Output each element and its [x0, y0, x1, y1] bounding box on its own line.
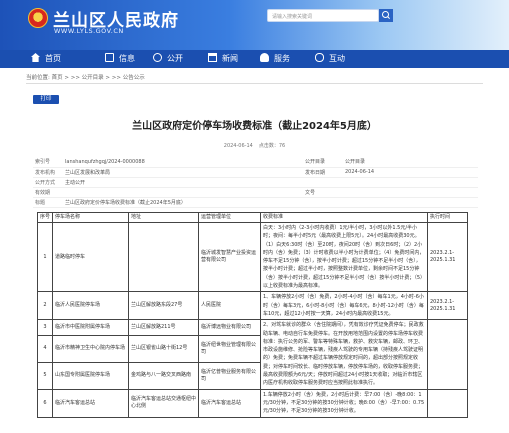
info-icon [105, 53, 114, 62]
breadcrumb[interactable]: 当前位置: 首页 > >> 公开目录 > >> 公告公示 [26, 73, 145, 81]
site-url: WWW.LYLS.GOV.CN [54, 27, 124, 35]
home-icon [31, 53, 40, 62]
table-row: 2 临沂人民医院停车场 兰山区解放路东段27号 人民医院 1、车辆停放2小时（含… [37, 291, 468, 321]
col-header: 收费标准 [260, 212, 428, 223]
meta-row: 有效期 文号 [33, 187, 478, 198]
col-header: 执行时间 [427, 212, 468, 223]
meta-row: 标题 兰山区政府定价停车场收费标准（截止2024年5月底） [33, 197, 478, 208]
table-row: 1 道路临时停车 临沂城发智慧产业投资运营有限公司 白天：3小时内（2-3小时内… [37, 221, 468, 293]
meta-row: 发布机构 兰山区发展和改革局 发布日期 2024-06-14 [33, 167, 478, 178]
views-label: 点击数： [258, 143, 279, 149]
publish-info: 2024-06-14 点击数：76 [0, 142, 509, 149]
table-header-row: 序号 停车场名称 地址 运营管理单位 收费标准 执行时间 [37, 212, 468, 223]
table-row: 3 临沂市中医院附属停车场 兰山区解放路211号 临沂博远物业有限公司 2、对驾… [37, 319, 468, 390]
col-header: 运营管理单位 [198, 212, 261, 223]
nav-open[interactable]: 公开 [153, 50, 183, 68]
nav-service[interactable]: 服务 [260, 50, 290, 68]
views-count: 76 [278, 143, 286, 149]
document-meta-table: 索引号 lanshanqufzhgqj/2024-0000088 公开目录 公开… [33, 157, 478, 208]
nav-info[interactable]: 信息 [105, 50, 135, 68]
publish-date: 2024-06-14 [223, 143, 253, 149]
col-header: 地址 [128, 212, 199, 223]
meta-row: 公开方式 主动公开 [33, 177, 478, 188]
print-button[interactable]: 打印 [33, 95, 59, 104]
nav-home[interactable]: 首页 [31, 50, 61, 68]
meta-row: 索引号 lanshanqufzhgqj/2024-0000088 公开目录 公开… [33, 157, 478, 168]
nav-interact[interactable]: 互动 [315, 50, 345, 68]
col-header: 停车场名称 [52, 212, 129, 223]
national-emblem-icon [28, 8, 48, 28]
service-icon [260, 53, 269, 62]
divider [26, 83, 483, 84]
col-header: 序号 [37, 212, 53, 223]
search-button[interactable] [379, 9, 393, 22]
nav-news[interactable]: 新闻 [208, 50, 238, 68]
parking-fee-table: 序号 停车场名称 地址 运营管理单位 收费标准 执行时间 1 道路临时停车 临沂… [37, 212, 468, 418]
open-icon [153, 53, 162, 62]
interact-icon [315, 53, 324, 62]
table-row: 6 临沂汽车客运总站 临沂汽车客运总站交通枢纽中心北侧 临沂汽车客运总站 1.车… [37, 388, 468, 418]
search-input[interactable]: 请输入搜索关键词 [267, 9, 379, 22]
main-nav: 首页 信息 公开 新闻 服务 互动 [0, 50, 509, 68]
news-icon [208, 53, 217, 62]
page-title: 兰山区政府定价停车场收费标准（截止2024年5月底） [132, 121, 377, 132]
site-header: 兰山区人民政府 WWW.LYLS.GOV.CN 请输入搜索关键词 [0, 0, 509, 50]
